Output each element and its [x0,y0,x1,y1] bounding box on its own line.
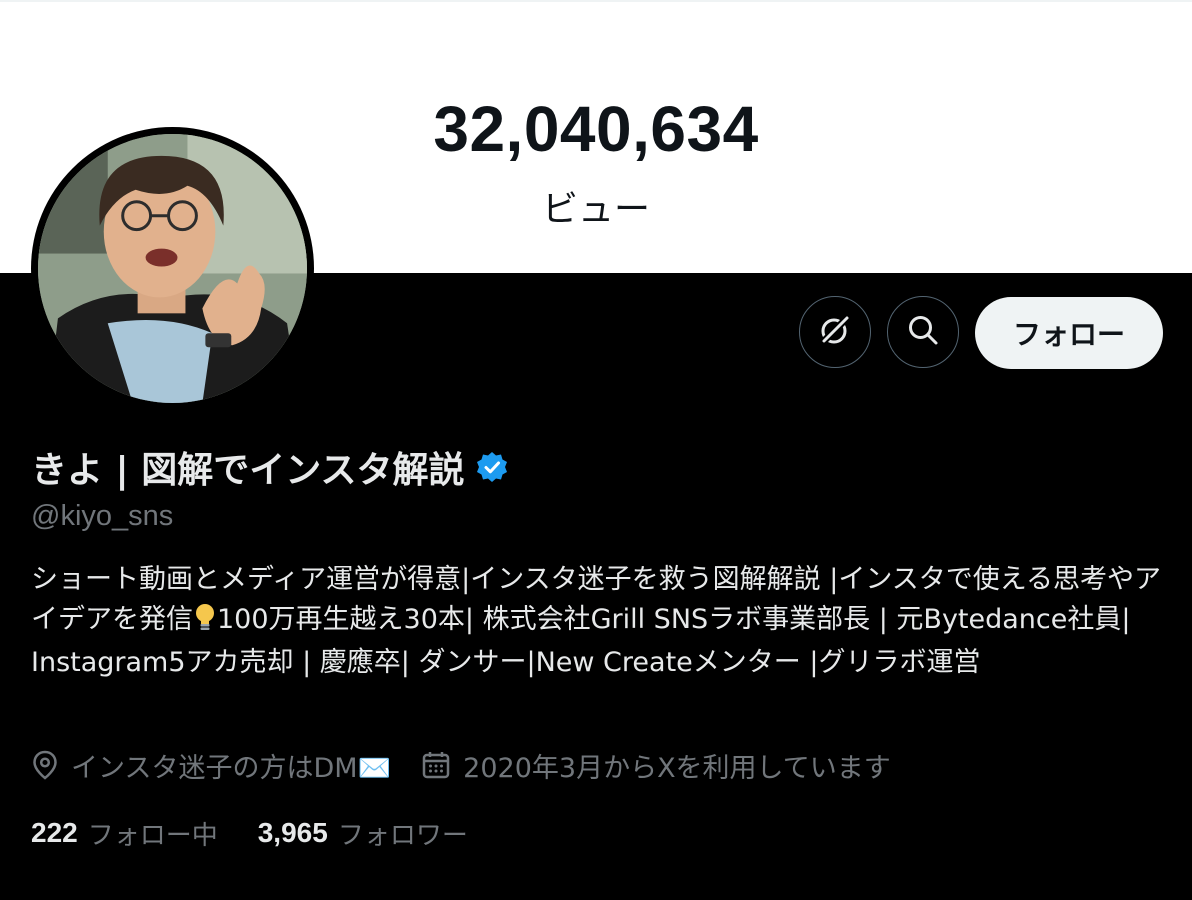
follow-button[interactable]: フォロー [975,297,1163,369]
light-bulb-icon [193,602,217,644]
search-icon [906,313,940,351]
avatar-image [38,134,307,403]
join-date: 2020年3月からXを利用しています [421,746,891,785]
location: インスタ迷子の方はDM✉️ [31,746,391,785]
bio: ショート動画とメディア運営が得意|インスタ迷子を救う図解解説 |インスタで使える… [31,560,1166,683]
location-text: インスタ迷子の方はDM✉️ [71,752,392,784]
join-date-text: 2020年3月からXを利用しています [463,752,891,784]
grok-icon [817,312,853,352]
followers-link[interactable]: 3,965 フォロワー [258,815,468,852]
verified-badge-icon[interactable] [475,450,509,484]
followers-count: 3,965 [257,817,328,848]
search-button[interactable] [887,296,959,368]
display-name: きよ | 図解でインスタ解説 [31,450,465,491]
profile-meta: インスタ迷子の方はDM✉️ 2020年3月からXを利用しています [31,745,891,785]
avatar[interactable] [31,127,314,410]
following-link[interactable]: 222 フォロー中 [31,815,218,852]
following-count: 222 [31,817,78,848]
grok-button[interactable] [799,296,871,368]
followers-label: フォロワー [337,820,468,851]
location-pin-icon [33,750,57,780]
handle: @kiyo_sns [31,500,174,532]
following-label: フォロー中 [87,820,218,851]
follow-stats: 222 フォロー中 3,965 フォロワー [31,813,468,853]
calendar-icon [422,752,450,779]
profile-name-row: きよ | 図解でインスタ解説 [31,442,509,492]
